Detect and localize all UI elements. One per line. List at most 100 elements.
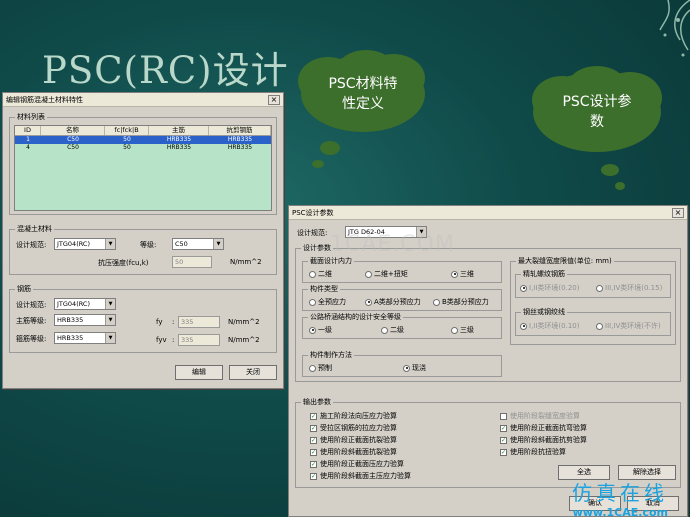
thought-cloud-icon <box>532 66 662 190</box>
rebar-crack-group: 精轧螺纹钢筋 I,II类环境(0.20) III,IV类环境(0.15) <box>515 269 671 298</box>
radio-level-1[interactable]: 一级 <box>309 325 332 335</box>
table-row[interactable]: 1 C50 50 HRB335 HRB335 <box>15 136 271 144</box>
check-label: 使用阶段正截面抗弯验算 <box>510 424 587 432</box>
design-dialog-title: PSC设计参数 <box>292 208 334 217</box>
concrete-group: 混凝土材料 设计规范: JTG04(RC) ▼ 等级: C50 ▼ 抗压强度(f… <box>9 224 277 275</box>
brand-url[interactable]: www.1CAE.com <box>572 506 668 517</box>
radio-strand-env-2-label: III,IV类环境(不许) <box>605 322 661 330</box>
check-shear[interactable]: ✓ 使用阶段斜截面抗剪验算 <box>500 435 587 445</box>
concrete-code-label: 设计规范: <box>16 241 47 249</box>
check-tension-rebar[interactable]: ✓ 受拉区钢筋的拉应力验算 <box>310 423 397 433</box>
main-rebar-label: 主筋等级: <box>16 317 47 325</box>
radio-2d-torsion-label: 二维+扭矩 <box>374 270 408 278</box>
radio-precast[interactable]: 预制 <box>309 363 332 373</box>
radio-strand-env-1[interactable]: I,II类环境(0.10) <box>520 321 579 331</box>
brand-logo: 仿真在线 www.1CAE.com <box>572 477 668 517</box>
radio-2d-torsion[interactable]: 二维+扭矩 <box>365 269 408 279</box>
radio-icon <box>365 270 372 278</box>
radio-icon <box>381 326 388 334</box>
radio-full-prestress[interactable]: 全预应力 <box>309 297 346 307</box>
radio-rebar-env-1[interactable]: I,II类环境(0.20) <box>520 283 579 293</box>
strand-crack-legend: 钢丝或钢绞线 <box>521 307 567 317</box>
check-normal-compression[interactable]: ✓ 使用阶段正截面压应力验算 <box>310 459 404 469</box>
close-icon[interactable]: × <box>268 94 280 105</box>
main-rebar-select[interactable]: HRB335 ▼ <box>54 314 116 326</box>
checkbox-checked-icon: ✓ <box>500 436 507 444</box>
close-icon[interactable]: × <box>672 207 684 218</box>
check-label: 使用阶段正截面抗裂验算 <box>320 436 397 444</box>
cell-id: 4 <box>26 144 30 151</box>
cloud-material-line2: 性定义 <box>342 96 384 112</box>
radio-cast-in-place[interactable]: 现浇 <box>403 363 426 373</box>
material-table: ID 名称 fc|fck|B 主筋 抗剪钢筋 1 C50 50 HRB335 H… <box>14 125 272 211</box>
check-construction-compression[interactable]: ✓ 施工阶段法向压应力验算 <box>310 411 397 421</box>
strength-field[interactable]: 50 <box>172 256 212 268</box>
chevron-down-icon[interactable]: ▼ <box>213 239 223 249</box>
cell-main-rebar: HRB335 <box>166 136 192 143</box>
column-header-main-rebar[interactable]: 主筋 <box>149 126 209 135</box>
column-header-id[interactable]: ID <box>15 126 41 135</box>
safety-level-group: 公路桥涵结构的设计安全等级 一级 二级 三级 <box>302 312 502 339</box>
radio-level-2[interactable]: 二级 <box>381 325 404 335</box>
fy-unit: N/mm^2 <box>228 318 260 326</box>
check-label: 使用阶段斜截面抗裂验算 <box>320 448 397 456</box>
column-header-shear-rebar[interactable]: 抗剪钢筋 <box>209 126 271 135</box>
radio-a-prestress[interactable]: A类部分预应力 <box>365 297 421 307</box>
radio-selected-icon <box>365 298 372 306</box>
cell-shear-rebar: HRB335 <box>227 144 253 151</box>
check-label: 使用阶段抗扭验算 <box>510 448 566 456</box>
brand-name: 仿真在线 <box>572 481 668 505</box>
check-normal-crack[interactable]: ✓ 使用阶段正截面抗裂验算 <box>310 435 397 445</box>
cell-main-rebar: HRB335 <box>166 144 192 151</box>
radio-rebar-env-2[interactable]: III,IV类环境(0.15) <box>596 283 662 293</box>
stirrup-select[interactable]: HRB335 ▼ <box>54 332 116 344</box>
check-crack-width[interactable]: 使用阶段裂缝宽度验算 <box>500 411 580 421</box>
check-bending[interactable]: ✓ 使用阶段正截面抗弯验算 <box>500 423 587 433</box>
edit-button[interactable]: 编辑 <box>175 365 223 380</box>
material-list-legend: 材料列表 <box>15 112 47 122</box>
rebar-crack-legend: 精轧螺纹钢筋 <box>521 269 567 279</box>
fy-field[interactable]: 335 <box>178 316 220 328</box>
close-button[interactable]: 关闭 <box>229 365 277 380</box>
member-type-group: 构件类型 全预应力 A类部分预应力 B类部分预应力 <box>302 284 502 311</box>
method-group: 构件制作方法 预制 现浇 <box>302 350 502 377</box>
column-header-name[interactable]: 名称 <box>41 126 105 135</box>
concrete-code-select[interactable]: JTG04(RC) ▼ <box>54 238 116 250</box>
radio-b-prestress[interactable]: B类部分预应力 <box>433 297 489 307</box>
material-dialog-title: 编辑钢筋混凝土材料特性 <box>6 95 83 104</box>
rebar-code-select[interactable]: JTG04(RC) ▼ <box>54 298 116 310</box>
radio-strand-env-2[interactable]: III,IV类环境(不许) <box>596 321 661 331</box>
table-row[interactable]: 4 C50 50 HRB335 HRB335 <box>15 144 271 152</box>
chevron-down-icon[interactable]: ▼ <box>105 333 115 343</box>
chevron-down-icon[interactable]: ▼ <box>105 315 115 325</box>
check-principal-compression[interactable]: ✓ 使用阶段斜截面主压应力验算 <box>310 471 411 481</box>
radio-icon <box>451 326 458 334</box>
fyv-field[interactable]: 335 <box>178 334 220 346</box>
watermark: 1CAE.COM <box>330 232 455 257</box>
grade-select[interactable]: C50 ▼ <box>172 238 224 250</box>
floral-decoration-icon <box>659 0 690 57</box>
radio-b-prestress-label: B类部分预应力 <box>442 298 489 306</box>
column-header-fck[interactable]: fc|fck|B <box>105 126 149 135</box>
radio-level-3-label: 三级 <box>460 326 474 334</box>
main-rebar-value: HRB335 <box>57 316 84 324</box>
concrete-legend: 混凝土材料 <box>15 224 54 234</box>
radio-3d[interactable]: 三维 <box>451 269 474 279</box>
checkbox-checked-icon: ✓ <box>500 448 507 456</box>
check-oblique-crack[interactable]: ✓ 使用阶段斜截面抗裂验算 <box>310 447 397 457</box>
check-torsion[interactable]: ✓ 使用阶段抗扭验算 <box>500 447 566 457</box>
rebar-code-label: 设计规范: <box>16 301 47 309</box>
cell-fck: 50 <box>123 144 131 151</box>
chevron-down-icon[interactable]: ▼ <box>105 239 115 249</box>
chevron-down-icon[interactable]: ▼ <box>105 299 115 309</box>
radio-level-3[interactable]: 三级 <box>451 325 474 335</box>
rebar-group: 钢筋 设计规范: JTG04(RC) ▼ 主筋等级: HRB335 ▼ 箍筋等级… <box>9 284 277 353</box>
radio-selected-icon <box>520 322 527 330</box>
radio-rebar-env-2-label: III,IV类环境(0.15) <box>605 284 663 292</box>
grade-label: 等级: <box>140 241 157 249</box>
design-params-group: 设计参数 截面设计内力 二维 二维+扭矩 三维 构件类型 全预应力 A类部分预应… <box>295 243 681 382</box>
radio-2d[interactable]: 二维 <box>309 269 332 279</box>
strength-label: 抗压强度(fcu,k) <box>98 259 149 267</box>
fyv-unit: N/mm^2 <box>228 336 260 344</box>
check-label: 使用阶段正截面压应力验算 <box>320 460 404 468</box>
